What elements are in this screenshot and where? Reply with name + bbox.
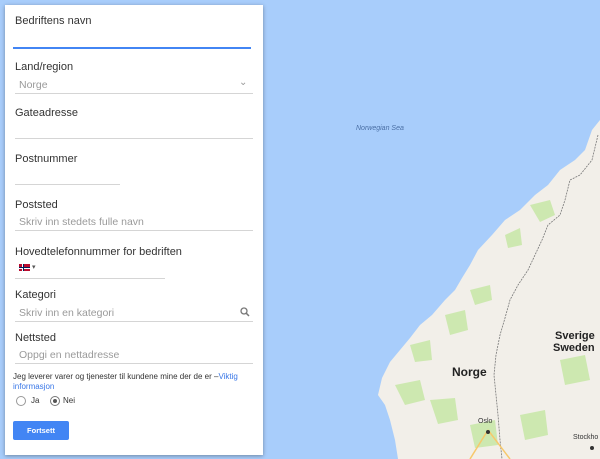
city-label-oslo: Oslo <box>478 418 493 425</box>
delivery-question: Jeg leverer varer og tjenester til kunde… <box>13 372 253 392</box>
norway-flag-icon[interactable] <box>19 264 30 271</box>
website-input[interactable]: Oppgi en nettadresse <box>19 349 119 361</box>
oslo-dot <box>486 430 490 434</box>
radio-nei-dot <box>53 399 57 403</box>
business-name-input[interactable] <box>13 47 251 49</box>
radio-nei[interactable] <box>50 396 60 406</box>
category-label: Kategori <box>15 289 56 301</box>
city-label-stockholm: Stockho <box>573 434 599 441</box>
postal-place-label: Poststed <box>15 199 58 211</box>
phone-input[interactable] <box>15 278 165 279</box>
country-label: Land/region <box>15 61 74 73</box>
phone-label: Hovedtelefonnummer for bedriften <box>15 246 182 258</box>
radio-ja[interactable] <box>16 396 26 406</box>
stockholm-dot <box>590 446 594 450</box>
postal-place-underline <box>15 230 253 231</box>
search-icon[interactable] <box>240 307 250 317</box>
street-label: Gateadresse <box>15 107 78 119</box>
country-label-norway: Norge <box>452 365 487 379</box>
category-input[interactable]: Skriv inn en kategori <box>19 307 114 319</box>
postal-place-input[interactable]: Skriv inn stedets fulle navn <box>19 216 144 228</box>
sea-label: Norwegian Sea <box>356 125 404 132</box>
delivery-question-text: Jeg leverer varer og tjenester til kunde… <box>13 372 219 381</box>
country-label-sverige: Sverige <box>555 330 595 342</box>
radio-nei-label: Nei <box>63 396 76 405</box>
website-underline <box>15 363 253 364</box>
continue-button-label: Fortsett <box>27 426 55 435</box>
country-select-value[interactable]: Norge <box>19 79 48 91</box>
business-form-panel: Bedriftens navn Land/region Norge ⌄ Gate… <box>5 5 263 455</box>
postal-code-input[interactable] <box>15 184 120 185</box>
category-underline <box>15 321 253 322</box>
street-input[interactable] <box>15 138 253 139</box>
continue-button[interactable]: Fortsett <box>13 421 69 440</box>
country-label-sweden: Sweden <box>553 342 595 354</box>
chevron-down-icon[interactable]: ⌄ <box>239 77 247 88</box>
country-code-dropdown-icon[interactable]: ▾ <box>32 263 36 271</box>
country-select-underline <box>15 93 253 94</box>
website-label: Nettsted <box>15 332 56 344</box>
postal-code-label: Postnummer <box>15 153 78 165</box>
business-name-label: Bedriftens navn <box>15 15 92 27</box>
radio-ja-label: Ja <box>31 396 40 405</box>
